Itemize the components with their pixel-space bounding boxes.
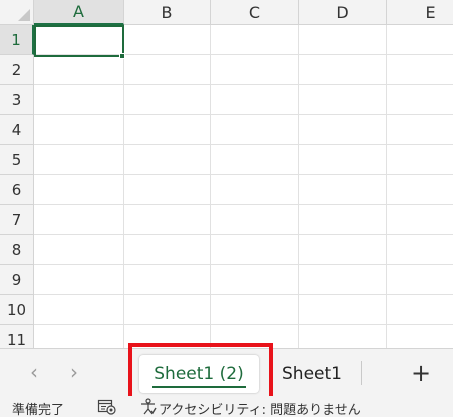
gridline-horizontal bbox=[34, 84, 453, 85]
select-all-triangle-icon bbox=[18, 9, 30, 21]
column-header-d[interactable]: D bbox=[299, 0, 387, 25]
gridline-horizontal bbox=[34, 204, 453, 205]
status-ready-text: 準備完了 bbox=[12, 403, 65, 417]
row-header-2[interactable]: 2 bbox=[0, 55, 34, 85]
gridline-horizontal bbox=[34, 294, 453, 295]
gridline-horizontal bbox=[34, 144, 453, 145]
status-bar: 準備完了 アクセシビリティ: 問題ありません bbox=[0, 396, 453, 417]
row-header-9[interactable]: 9 bbox=[0, 265, 34, 295]
row-header-1[interactable]: 1 bbox=[0, 25, 34, 55]
active-tab-underline bbox=[152, 386, 246, 388]
select-all-corner[interactable] bbox=[0, 0, 34, 25]
accessibility-status-text[interactable]: アクセシビリティ: 問題ありません bbox=[159, 399, 361, 417]
row-header-6[interactable]: 6 bbox=[0, 175, 34, 205]
column-header-e[interactable]: E bbox=[387, 0, 453, 25]
gridline-horizontal bbox=[34, 114, 453, 115]
row-header-3[interactable]: 3 bbox=[0, 85, 34, 115]
tab-divider bbox=[361, 361, 362, 385]
column-header-b[interactable]: B bbox=[124, 0, 211, 25]
gridline-horizontal bbox=[34, 234, 453, 235]
gridline-vertical bbox=[123, 25, 124, 348]
row-header-5[interactable]: 5 bbox=[0, 145, 34, 175]
fill-handle[interactable] bbox=[119, 53, 125, 59]
row-header-10[interactable]: 10 bbox=[0, 295, 34, 325]
sheet-tab-label: Sheet1 (2) bbox=[154, 364, 244, 384]
spreadsheet-grid[interactable]: A B C D E 1 2 3 4 5 6 7 8 9 10 11 bbox=[0, 0, 453, 348]
row-header-4[interactable]: 4 bbox=[0, 115, 34, 145]
gridline-vertical bbox=[210, 25, 211, 348]
cell-mode-icon[interactable] bbox=[97, 399, 117, 415]
accessibility-icon[interactable] bbox=[139, 398, 157, 415]
gridline-horizontal bbox=[34, 324, 453, 325]
next-sheet-button[interactable]: › bbox=[63, 360, 85, 384]
gridline-vertical bbox=[386, 25, 387, 348]
column-header-a[interactable]: A bbox=[34, 0, 124, 25]
active-cell-a1[interactable] bbox=[34, 25, 124, 57]
previous-sheet-button[interactable]: ‹ bbox=[23, 360, 45, 384]
gridline-vertical bbox=[298, 25, 299, 348]
gridline-horizontal bbox=[34, 264, 453, 265]
sheet-tab-bar: ‹ › Sheet1 (2) Sheet1 + bbox=[0, 348, 453, 396]
sheet-tab-sheet1-copy[interactable]: Sheet1 (2) bbox=[139, 355, 259, 393]
sheet-tab-sheet1[interactable]: Sheet1 bbox=[276, 361, 348, 387]
chevron-right-icon: › bbox=[70, 360, 78, 384]
row-header-11[interactable]: 11 bbox=[0, 325, 34, 348]
row-header-7[interactable]: 7 bbox=[0, 205, 34, 235]
column-header-c[interactable]: C bbox=[211, 0, 299, 25]
add-sheet-button[interactable]: + bbox=[408, 359, 434, 387]
gridline-horizontal bbox=[34, 174, 453, 175]
chevron-left-icon: ‹ bbox=[30, 360, 38, 384]
row-header-8[interactable]: 8 bbox=[0, 235, 34, 265]
plus-icon: + bbox=[410, 359, 432, 387]
